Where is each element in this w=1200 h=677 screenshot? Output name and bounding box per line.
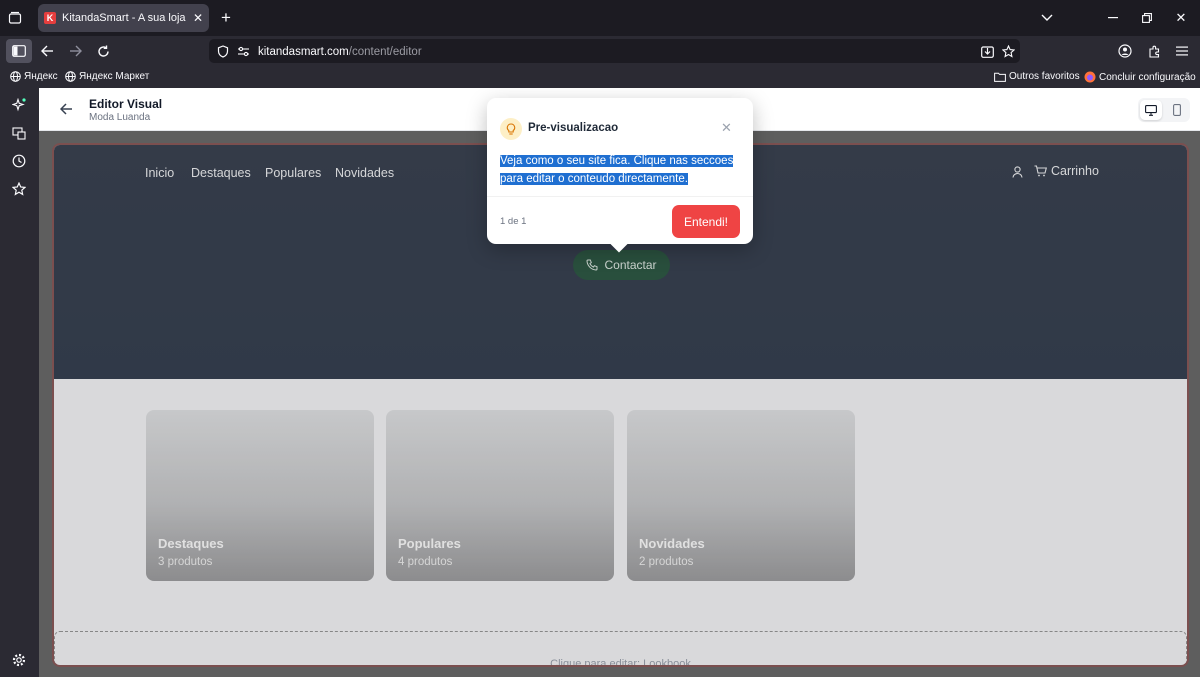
account-icon[interactable] — [1116, 42, 1134, 60]
popover-got-it-button[interactable]: Entendi! — [672, 205, 740, 238]
back-icon[interactable] — [38, 42, 56, 60]
category-count: 4 produtos — [398, 556, 453, 568]
editor-app: Editor Visual Moda Luanda Inicio Destaqu… — [39, 88, 1200, 677]
new-tab-icon[interactable]: + — [217, 8, 235, 27]
lookbook-section-placeholder[interactable]: Clique para editar: Lookbook — [54, 631, 1187, 667]
popover-step-counter: 1 de 1 — [500, 216, 527, 227]
bookmark-other-favorites[interactable]: Outros favoritos — [994, 71, 1080, 82]
store-nav-novidades[interactable]: Novidades — [335, 166, 394, 180]
cart-icon — [1034, 165, 1047, 177]
back-arrow-icon[interactable] — [57, 100, 75, 118]
menu-icon[interactable] — [1173, 42, 1191, 60]
url-text: kitandasmart.com/content/editor — [258, 44, 422, 58]
store-nav-inicio[interactable]: Inicio — [145, 166, 174, 180]
popover-title: Pre-visualizacao — [528, 122, 619, 134]
category-title: Novidades — [639, 536, 705, 551]
close-tab-icon[interactable]: ✕ — [193, 11, 203, 25]
bookmark-label: Outros favoritos — [1009, 71, 1080, 82]
minimize-icon[interactable] — [1104, 9, 1122, 27]
category-count: 2 produtos — [639, 556, 694, 568]
tab-list-chevron-icon[interactable] — [1038, 9, 1056, 27]
lightbulb-icon — [500, 118, 522, 140]
contact-button[interactable]: Contactar — [573, 250, 670, 280]
globe-icon — [10, 71, 21, 82]
editor-subtitle: Moda Luanda — [89, 112, 151, 123]
bookmarks-star-icon[interactable] — [10, 180, 28, 198]
url-host: kitandasmart.com — [258, 46, 349, 58]
desktop-view-icon[interactable] — [1140, 100, 1162, 120]
tab-overview-icon[interactable] — [6, 9, 24, 27]
phone-icon — [586, 259, 598, 271]
mobile-view-icon[interactable] — [1166, 100, 1188, 120]
forward-icon[interactable] — [66, 42, 84, 60]
firefox-icon — [1084, 71, 1096, 83]
ai-sparkle-icon[interactable] — [10, 96, 28, 114]
tab-title: KitandaSmart - A sua loja online — [62, 12, 187, 24]
folder-icon — [994, 72, 1006, 82]
cart-button[interactable]: Carrinho — [1034, 164, 1099, 178]
category-title: Populares — [398, 536, 461, 551]
cart-label: Carrinho — [1051, 164, 1099, 178]
store-nav-destaques[interactable]: Destaques — [191, 166, 251, 180]
bookmark-label: Concluir configuração — [1099, 71, 1196, 83]
user-icon[interactable] — [1009, 164, 1025, 180]
close-window-icon[interactable]: ✕ — [1172, 9, 1190, 27]
bookmark-label: Яндекс Маркет — [79, 71, 150, 82]
popover-divider — [487, 196, 753, 197]
sidebar-toggle-icon[interactable] — [6, 39, 32, 63]
lookbook-hint: Clique para editar: Lookbook — [550, 658, 691, 667]
store-nav-populares[interactable]: Populares — [265, 166, 321, 180]
popover-body-line1: Veja como o seu site fica. Clique nas se… — [500, 155, 734, 167]
contact-label: Contactar — [604, 258, 657, 272]
site-settings-icon[interactable] — [237, 46, 250, 57]
editor-title: Editor Visual — [89, 97, 163, 111]
bookmark-label: Яндекс — [24, 71, 58, 82]
tab-active[interactable]: K KitandaSmart - A sua loja online ✕ — [38, 4, 209, 32]
category-title: Destaques — [158, 536, 224, 551]
popover-close-icon[interactable]: ✕ — [721, 120, 732, 136]
popover-body: Veja como o seu site fica. Clique nas se… — [500, 153, 745, 188]
browser-sidebar — [0, 88, 39, 677]
shield-icon[interactable] — [217, 44, 229, 58]
bookmark-yandex-market[interactable]: Яндекс Маркет — [65, 71, 149, 82]
restore-icon[interactable] — [1138, 9, 1156, 27]
category-card-novidades[interactable]: Novidades 2 produtos — [627, 410, 855, 581]
history-icon[interactable] — [10, 152, 28, 170]
download-icon[interactable] — [978, 42, 996, 60]
category-card-populares[interactable]: Populares 4 produtos — [386, 410, 614, 581]
tour-popover: Pre-visualizacao ✕ Veja como o seu site … — [487, 98, 753, 253]
bookmark-yandex[interactable]: Яндекс — [10, 71, 58, 82]
device-toggle — [1138, 98, 1190, 122]
url-path: /content/editor — [348, 46, 422, 58]
category-card-destaques[interactable]: Destaques 3 produtos — [146, 410, 374, 581]
extensions-icon[interactable] — [1145, 42, 1163, 60]
bookmark-star-icon[interactable] — [999, 42, 1017, 60]
address-bar[interactable]: kitandasmart.com/content/editor — [209, 39, 1020, 63]
bookmark-finish-setup[interactable]: Concluir configuração — [1084, 71, 1196, 83]
reload-icon[interactable] — [94, 42, 112, 60]
category-count: 3 produtos — [158, 556, 213, 568]
popover-body-line2: para editar o conteudo directamente. — [500, 172, 688, 185]
sidebar-settings-gear-icon[interactable] — [10, 651, 28, 669]
globe-icon — [65, 71, 76, 82]
synced-tabs-icon[interactable] — [10, 124, 28, 142]
site-favicon: K — [44, 12, 56, 24]
